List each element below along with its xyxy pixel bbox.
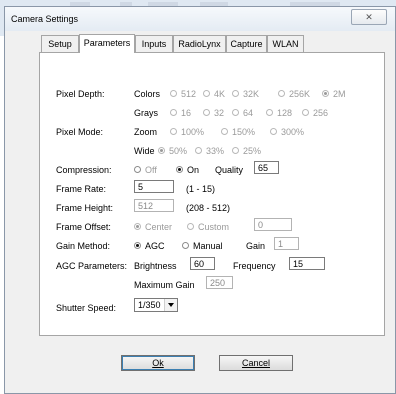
frequency-label: Frequency: [233, 261, 276, 271]
gain-agc-radio[interactable]: [134, 242, 141, 249]
colors-32k-radio[interactable]: [232, 90, 239, 97]
grays-32-label: 32: [214, 108, 225, 118]
colors-512-label: 512: [181, 89, 197, 99]
wide-25-label: 25%: [243, 146, 262, 156]
grays-16-radio[interactable]: [170, 109, 177, 116]
colors-4k-radio[interactable]: [203, 90, 210, 97]
grays-128-label: 128: [277, 108, 293, 118]
frame-height-label: Frame Height:: [56, 203, 114, 213]
grays-128-radio[interactable]: [266, 109, 273, 116]
wide-50-radio[interactable]: [158, 147, 165, 154]
compression-on-label: On: [187, 165, 200, 175]
offset-center-label: Center: [145, 222, 173, 232]
pixel-mode-label: Pixel Mode:: [56, 127, 104, 137]
gain-input[interactable]: [274, 237, 299, 250]
offset-custom-radio[interactable]: [187, 223, 194, 230]
agc-parameters-label: AGC Parameters:: [56, 261, 128, 271]
frame-height-range: (208 - 512): [186, 203, 231, 213]
grays-256-label: 256: [313, 108, 329, 118]
colors-32k-label: 32K: [243, 89, 260, 99]
tab-parameters[interactable]: Parameters: [79, 34, 135, 53]
tab-radiolynx[interactable]: RadioLynx: [173, 35, 226, 52]
compression-off-radio[interactable]: [134, 166, 141, 173]
title-bar: Camera Settings ✕: [5, 7, 395, 31]
parameters-panel: Pixel Depth: Colors 512 4K 32K 256K 2M G…: [39, 52, 385, 336]
brightness-label: Brightness: [134, 261, 177, 271]
quality-input[interactable]: [254, 161, 279, 174]
gain-label: Gain: [246, 241, 266, 251]
colors-512-radio[interactable]: [170, 90, 177, 97]
chevron-down-icon[interactable]: [164, 299, 177, 311]
colors-2m-radio[interactable]: [322, 90, 329, 97]
grays-64-radio[interactable]: [232, 109, 239, 116]
colors-label: Colors: [134, 89, 161, 99]
grays-32-radio[interactable]: [203, 109, 210, 116]
frequency-input[interactable]: [289, 257, 325, 270]
compression-on-radio[interactable]: [176, 166, 183, 173]
zoom-label: Zoom: [134, 127, 158, 137]
grays-16-label: 16: [181, 108, 192, 118]
dialog-title: Camera Settings: [11, 14, 79, 24]
frame-height-input[interactable]: [134, 199, 174, 212]
close-icon: ✕: [365, 12, 373, 22]
zoom-300-label: 300%: [281, 127, 305, 137]
frame-rate-range: (1 - 15): [186, 184, 216, 194]
max-gain-label: Maximum Gain: [134, 280, 195, 290]
grays-256-radio[interactable]: [302, 109, 309, 116]
frame-rate-label: Frame Rate:: [56, 184, 107, 194]
gain-agc-label: AGC: [145, 241, 165, 251]
wide-50-label: 50%: [169, 146, 188, 156]
gain-manual-label: Manual: [193, 241, 223, 251]
shutter-speed-value: 1/350: [138, 300, 161, 310]
gain-method-label: Gain Method:: [56, 241, 111, 251]
cancel-button[interactable]: Cancel: [219, 355, 293, 371]
close-button[interactable]: ✕: [351, 9, 387, 25]
brightness-input[interactable]: [190, 257, 215, 270]
zoom-150-radio[interactable]: [221, 128, 228, 135]
offset-center-radio[interactable]: [134, 223, 141, 230]
colors-2m-label: 2M: [333, 89, 346, 99]
wide-25-radio[interactable]: [232, 147, 239, 154]
zoom-100-radio[interactable]: [170, 128, 177, 135]
zoom-100-label: 100%: [181, 127, 205, 137]
offset-custom-label: Custom: [198, 222, 230, 232]
shutter-speed-select[interactable]: 1/350: [134, 298, 178, 312]
zoom-300-radio[interactable]: [270, 128, 277, 135]
colors-4k-label: 4K: [214, 89, 226, 99]
colors-256k-radio[interactable]: [278, 90, 285, 97]
colors-256k-label: 256K: [289, 89, 311, 99]
compression-off-label: Off: [145, 165, 157, 175]
quality-label: Quality: [215, 165, 244, 175]
offset-custom-input[interactable]: [254, 218, 292, 231]
max-gain-input[interactable]: [206, 276, 233, 289]
ok-button[interactable]: Ok: [121, 355, 195, 371]
wide-label: Wide: [134, 146, 155, 156]
tab-setup[interactable]: Setup: [41, 35, 79, 52]
shutter-speed-label: Shutter Speed:: [56, 303, 117, 313]
frame-offset-label: Frame Offset:: [56, 222, 111, 232]
pixel-depth-label: Pixel Depth:: [56, 89, 105, 99]
tab-wlan[interactable]: WLAN: [267, 35, 304, 52]
tab-capture[interactable]: Capture: [226, 35, 267, 52]
grays-64-label: 64: [243, 108, 254, 118]
grays-label: Grays: [134, 108, 159, 118]
wide-33-label: 33%: [206, 146, 225, 156]
camera-settings-dialog: Camera Settings ✕ Setup Parameters Input…: [4, 6, 396, 394]
gain-manual-radio[interactable]: [182, 242, 189, 249]
frame-rate-input[interactable]: [134, 180, 174, 193]
zoom-150-label: 150%: [232, 127, 256, 137]
compression-label: Compression:: [56, 165, 112, 175]
tab-inputs[interactable]: Inputs: [135, 35, 173, 52]
wide-33-radio[interactable]: [195, 147, 202, 154]
